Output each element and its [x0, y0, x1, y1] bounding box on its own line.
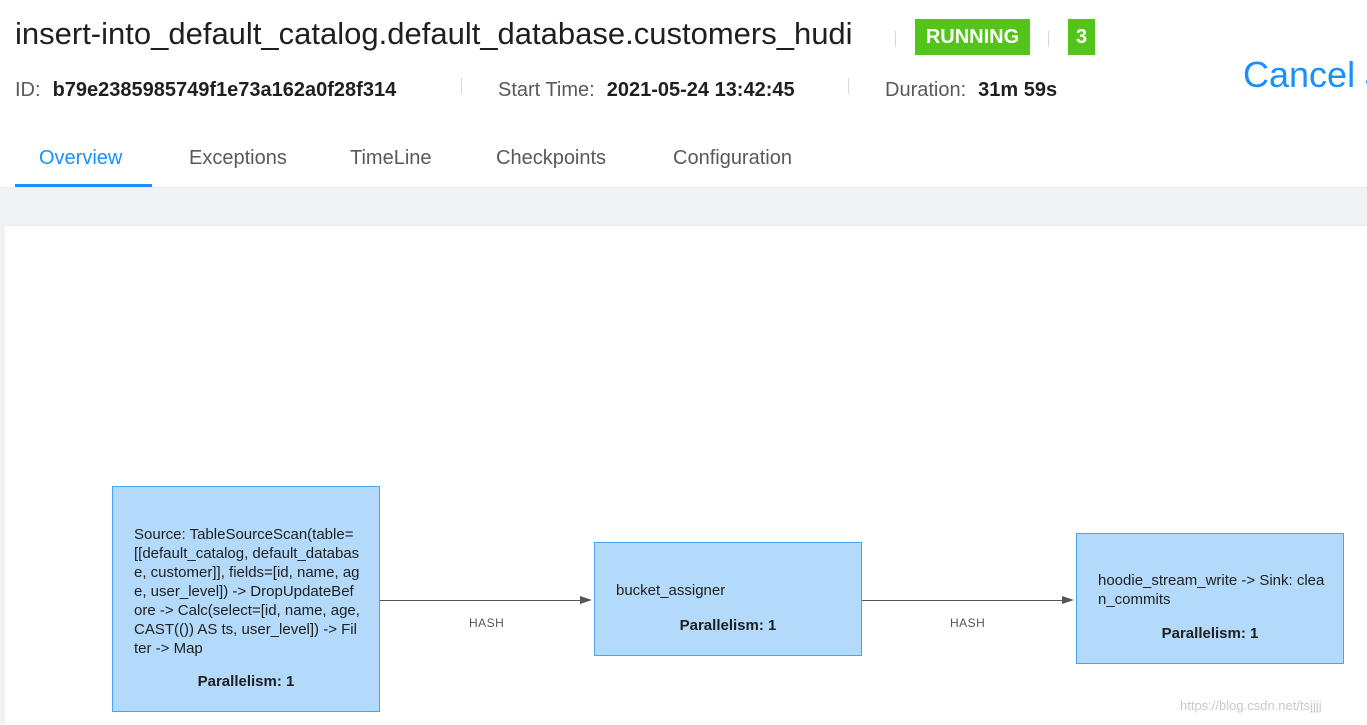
cancel-job-button[interactable]: Cancel J [1243, 52, 1367, 98]
job-header: insert-into_default_catalog.default_data… [0, 0, 1367, 188]
task-count-badge: 3 [1068, 19, 1095, 55]
start-time-label: Start Time: [498, 79, 595, 101]
node-description: bucket_assigner [616, 582, 726, 599]
node-parallelism: Parallelism: 1 [1161, 625, 1259, 642]
tab-timeline[interactable]: TimeLine [350, 144, 432, 172]
duration-label: Duration: [885, 79, 967, 101]
graph-edge-line [862, 600, 1064, 601]
start-time-value: 2021-05-24 13:42:45 [606, 79, 795, 101]
edge-label: HASH [469, 616, 505, 630]
graph-node-source[interactable]: Source: TableSourceScan(table=[[default_… [112, 486, 380, 712]
node-description: Source: TableSourceScan(table=[[default_… [134, 526, 360, 657]
node-parallelism: Parallelism: 1 [679, 617, 777, 634]
divider [1048, 31, 1049, 47]
tab-bar: Overview Exceptions TimeLine Checkpoints… [0, 130, 1367, 187]
status-badge: RUNNING [915, 19, 1030, 55]
graph-edge-line [380, 600, 582, 601]
tab-checkpoints[interactable]: Checkpoints [496, 144, 606, 172]
duration: Duration: 31m 59s [885, 76, 1057, 104]
divider [461, 78, 462, 94]
duration-value: 31m 59s [978, 79, 1058, 101]
job-id: ID: b79e2385985749f1e73a162a0f28f314 [15, 76, 396, 104]
arrow-icon [580, 596, 592, 604]
graph-node-bucket-assigner[interactable]: bucket_assigner Parallelism: 1 [594, 542, 862, 656]
arrow-icon [1062, 596, 1074, 604]
start-time: Start Time: 2021-05-24 13:42:45 [498, 76, 795, 104]
graph-node-stream-write[interactable]: hoodie_stream_write -> Sink: clean_commi… [1076, 533, 1344, 664]
node-parallelism: Parallelism: 1 [197, 673, 295, 690]
content-gap [0, 188, 1367, 225]
tab-overview[interactable]: Overview [39, 144, 122, 172]
job-title: insert-into_default_catalog.default_data… [15, 16, 853, 51]
divider [895, 31, 896, 47]
job-id-label: ID: [15, 79, 41, 101]
edge-label: HASH [950, 616, 986, 630]
divider [848, 78, 849, 94]
job-id-value: b79e2385985749f1e73a162a0f28f314 [52, 79, 397, 101]
watermark: https://blog.csdn.net/tsjjjj [1180, 698, 1322, 713]
tab-configuration[interactable]: Configuration [673, 144, 792, 172]
node-description: hoodie_stream_write -> Sink: clean_commi… [1098, 572, 1325, 608]
tab-exceptions[interactable]: Exceptions [189, 144, 287, 172]
